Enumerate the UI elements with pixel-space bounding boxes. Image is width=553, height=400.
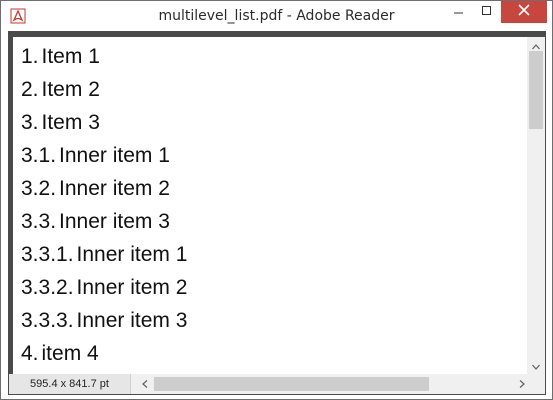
list-item: 2. Item 2 [21, 78, 100, 111]
vertical-scroll-thumb[interactable] [529, 51, 543, 129]
list-item-number: 2. [21, 78, 39, 101]
chevron-down-icon [532, 357, 540, 375]
list-item-text: Item 2 [41, 78, 100, 101]
maximize-button[interactable] [473, 1, 501, 23]
chevron-left-icon [142, 375, 148, 393]
list-item-text: Inner item 2 [59, 177, 170, 200]
maximize-icon [482, 3, 492, 21]
page-size-label: 595.4 x 841.7 pt [9, 374, 131, 394]
close-icon [518, 3, 530, 21]
list-item-number: 3.1. [21, 144, 57, 167]
list-item-text: Inner item 2 [76, 276, 188, 299]
list-item: 1. Item 1 [21, 45, 100, 78]
list-item-text: Item 1 [41, 45, 100, 68]
app-window: multilevel_list.pdf - Adobe Reader 1. Ite… [0, 0, 553, 400]
list-item: 3.1. Inner item 1 [21, 144, 170, 177]
list-item-text: Inner item 3 [59, 210, 170, 233]
list-item: 4. item 4 [21, 342, 99, 374]
scroll-left-button[interactable] [137, 374, 153, 394]
list-item-text: item 4 [41, 342, 99, 365]
scroll-right-button[interactable] [514, 374, 530, 394]
vertical-scrollbar[interactable] [527, 37, 545, 374]
list-item: 3.3.2. Inner item 2 [21, 276, 187, 309]
minimize-icon [453, 3, 464, 21]
minimize-button[interactable] [444, 1, 473, 23]
list-item: 3.3.3. Inner item 3 [21, 309, 187, 342]
list-item: 3.3.1. Inner item 1 [21, 243, 187, 276]
pdf-page[interactable]: 1. Item 1 2. Item 2 3. Item 3 3.1. Inner ite… [13, 37, 527, 374]
list-item-text: Item 3 [41, 111, 100, 134]
list-item-text: Inner item 1 [59, 144, 170, 167]
close-button[interactable] [501, 1, 547, 23]
chevron-right-icon [519, 375, 525, 393]
horizontal-scroll-thumb[interactable] [154, 377, 429, 391]
list-item-number: 3. [21, 111, 39, 134]
list-item: 3.2. Inner item 2 [21, 177, 170, 210]
status-bar: 595.4 x 841.7 pt [9, 374, 545, 394]
scroll-down-button[interactable] [527, 357, 545, 374]
list-item: 3. Item 3 [21, 111, 100, 144]
title-bar[interactable]: multilevel_list.pdf - Adobe Reader [1, 1, 552, 31]
list-item-number: 3.3.2. [21, 276, 74, 299]
list-item-number: 3.3.1. [21, 243, 74, 266]
list-item-text: Inner item 3 [76, 309, 188, 332]
list-item: 3.3. Inner item 3 [21, 210, 170, 243]
list-item-number: 1. [21, 45, 39, 68]
list-item-number: 4. [21, 342, 39, 365]
list-item-number: 3.3. [21, 210, 57, 233]
list-item-text: Inner item 1 [76, 243, 188, 266]
list-item-number: 3.2. [21, 177, 57, 200]
scrollbar-corner [530, 374, 545, 394]
list-item-number: 3.3.3. [21, 309, 74, 332]
